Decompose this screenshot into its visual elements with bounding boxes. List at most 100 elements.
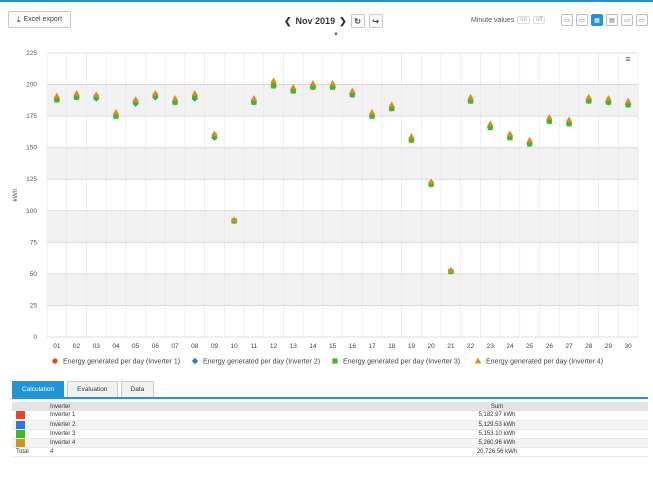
legend-marker-inverter-2 [191, 357, 199, 365]
total-sum-cell: 20,726.56 kWh [346, 447, 648, 457]
y-tick-label: 175 [26, 113, 37, 120]
total-view-icon[interactable]: ▭ [621, 14, 633, 26]
x-tick-label: 05 [132, 343, 140, 350]
view-selector: ▭ ▭ ▦ ▤ ▭ ▭ [561, 14, 648, 26]
summary-table-body: Inverter 1 5,182.97 kWh Inverter 2 5,129.53… [12, 411, 648, 457]
excel-export-button[interactable]: ⤓ Excel export [8, 11, 71, 28]
inverter-header: Inverter [46, 402, 346, 411]
next-period-icon[interactable]: ❯ [339, 16, 347, 27]
x-tick-label: 23 [487, 343, 495, 350]
color-header [12, 402, 46, 411]
y-tick-label: 100 [26, 208, 37, 215]
tab-bar: Calculation Evaluation Data [12, 381, 155, 397]
compare-view-icon[interactable]: ▭ [636, 14, 648, 26]
x-tick-label: 12 [270, 343, 278, 350]
y-tick-label: 150 [26, 145, 37, 152]
x-tick-label: 29 [605, 343, 613, 350]
data-point-inverter-4 [309, 79, 317, 86]
x-tick-label: 13 [290, 343, 298, 350]
x-tick-label: 20 [428, 343, 436, 350]
forward-button[interactable]: ↪ [368, 14, 383, 28]
toolbar: ⤓ Excel export ❮ Nov 2019 ❯ ↻ ↪ ▼ Minute… [0, 2, 653, 38]
chart-menu-icon[interactable]: ≡ [625, 54, 630, 64]
x-tick-label: 10 [231, 343, 239, 350]
x-tick-label: 22 [467, 343, 475, 350]
x-tick-label: 08 [191, 343, 199, 350]
refresh-icon: ↻ [354, 16, 361, 26]
x-tick-label: 21 [447, 343, 455, 350]
toggle-off-button[interactable]: off [532, 16, 546, 24]
y-tick-label: 50 [30, 271, 38, 278]
x-tick-label: 25 [526, 343, 534, 350]
month-view-icon[interactable]: ▦ [591, 14, 603, 26]
x-tick-label: 01 [53, 343, 61, 350]
minute-values-label: Minute values [471, 16, 515, 24]
data-point-inverter-4 [329, 79, 336, 86]
tab-underline [12, 397, 648, 399]
total-label-cell: Total [12, 447, 46, 457]
color-swatch [16, 438, 25, 447]
previous-period-icon[interactable]: ❮ [284, 16, 292, 27]
x-tick-label: 11 [250, 343, 257, 350]
sum-cell: 5,153.10 kWh [346, 429, 648, 439]
y-tick-label: 225 [26, 50, 37, 57]
legend-label-inverter-1[interactable]: Energy generated per day (Inverter 1) [63, 359, 180, 366]
table-total-row: Total 4 20,726.56 kWh [12, 447, 648, 457]
legend-label-inverter-4[interactable]: Energy generated per day (Inverter 4) [486, 359, 603, 366]
y-tick-label: 0 [33, 334, 37, 341]
data-point-inverter-4 [506, 130, 514, 137]
data-point-inverter-4 [211, 130, 218, 137]
minute-values-toggle: Minute values on off [471, 16, 546, 24]
y-tick-label: 200 [26, 82, 37, 89]
legend-marker-inverter-4 [474, 357, 482, 364]
x-tick-label: 06 [152, 343, 160, 350]
data-point-inverter-3 [270, 83, 277, 89]
legend-label-inverter-3[interactable]: Energy generated per day (Inverter 3) [343, 359, 460, 366]
year-view-icon[interactable]: ▤ [606, 14, 618, 26]
day-view-icon[interactable]: ▭ [561, 14, 573, 26]
sum-cell: 5,182.97 kWh [346, 411, 648, 421]
y-axis-label: kWh [12, 188, 19, 201]
table-row: Inverter 4 5,260.96 kWh [12, 438, 648, 448]
x-tick-label: 09 [211, 343, 219, 350]
energy-chart: 0 25 50 75 100 125 150 175 200 225 01 02 03 04 05 06 07 0… [0, 36, 653, 376]
x-tick-label: 03 [93, 343, 101, 350]
refresh-button[interactable]: ↻ [350, 14, 365, 28]
tab-data[interactable]: Data [120, 381, 155, 397]
toggle-on-button[interactable]: on [517, 16, 530, 24]
period-label[interactable]: Nov 2019 [296, 16, 336, 26]
tab-evaluation[interactable]: Evaluation [67, 381, 118, 397]
data-point-inverter-4 [487, 120, 494, 127]
table-header-row: Inverter Sum [12, 402, 648, 411]
x-tick-label: 26 [546, 343, 554, 350]
forward-arrow-icon: ↪ [372, 16, 379, 26]
x-tick-label: 30 [625, 343, 633, 350]
energy-chart-svg: 0 25 50 75 100 125 150 175 200 225 01 02 03 04 05 06 07 0… [12, 50, 639, 366]
data-point-inverter-4 [270, 77, 277, 84]
tab-calculation[interactable]: Calculation [12, 381, 65, 397]
color-cell [12, 438, 46, 448]
x-tick-label: 18 [388, 343, 396, 350]
color-cell [12, 429, 46, 439]
legend-marker-inverter-1 [52, 358, 58, 364]
sum-header: Sum [346, 402, 648, 411]
x-tick-label: 16 [349, 343, 357, 350]
table-row: Inverter 1 5,182.97 kWh [12, 411, 648, 421]
x-tick-label: 27 [565, 343, 573, 350]
x-tick-label: 15 [329, 343, 337, 350]
legend-label-inverter-2[interactable]: Energy generated per day (Inverter 2) [203, 359, 320, 366]
color-cell [12, 411, 46, 421]
sum-cell: 5,260.96 kWh [346, 438, 648, 448]
excel-export-label: Excel export [23, 16, 63, 23]
inverter-name-cell: Inverter 2 [46, 420, 346, 430]
summary-table: Inverter Sum Inverter 1 5,182.97 kWh Inver… [12, 402, 648, 457]
x-tick-label: 19 [408, 343, 416, 350]
table-row: Inverter 2 5,129.53 kWh [12, 420, 648, 430]
sum-cell: 5,129.53 kWh [346, 420, 648, 430]
x-tick-label: 07 [171, 343, 179, 350]
x-tick-label: 14 [309, 343, 317, 350]
color-swatch [16, 411, 25, 420]
data-point-inverter-4 [526, 136, 533, 143]
week-view-icon[interactable]: ▭ [576, 14, 588, 26]
x-tick-label: 17 [368, 343, 376, 350]
